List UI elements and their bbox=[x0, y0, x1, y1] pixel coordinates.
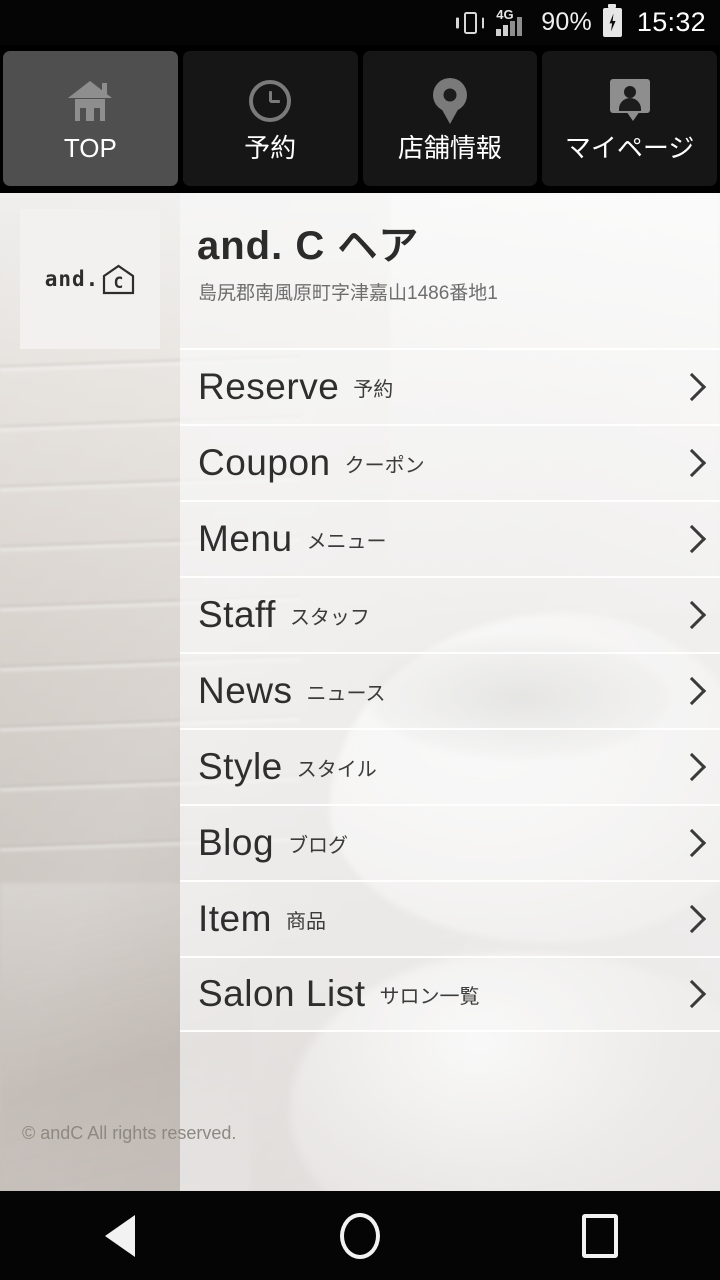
svg-text:C: C bbox=[114, 273, 124, 292]
nav-back-button[interactable] bbox=[60, 1191, 180, 1280]
chevron-right-icon bbox=[677, 524, 707, 554]
menu-item-label-ja: サロン一覧 bbox=[379, 985, 480, 1008]
menu-item-item[interactable]: Item 商品 bbox=[180, 880, 720, 956]
logo-text: and. bbox=[44, 267, 100, 291]
salon-logo: and. C bbox=[20, 209, 160, 349]
page-content: and. C and. C ヘア 島尻郡南風原町字津嘉山1486番地1 Rese… bbox=[0, 193, 720, 1191]
back-icon bbox=[105, 1214, 135, 1257]
battery-charging-icon bbox=[602, 8, 622, 37]
chevron-right-icon bbox=[677, 752, 707, 782]
menu-item-label-ja: 予約 bbox=[353, 378, 394, 401]
tab-my-page[interactable]: マイページ bbox=[542, 50, 717, 186]
user-badge-icon bbox=[605, 76, 655, 126]
nav-recents-button[interactable] bbox=[540, 1191, 660, 1280]
tab-top[interactable]: TOP bbox=[3, 50, 178, 186]
tab-shop-info-label: 店舗情報 bbox=[397, 132, 502, 163]
menu-item-label-ja: ブログ bbox=[288, 834, 349, 857]
tab-top-label: TOP bbox=[63, 132, 117, 163]
menu-item-label-ja: クーポン bbox=[344, 454, 425, 477]
recents-square-icon bbox=[582, 1213, 618, 1258]
menu-item-label-en: Salon List bbox=[198, 973, 366, 1014]
chevron-right-icon bbox=[677, 904, 707, 934]
status-bar-clock: 15:32 bbox=[636, 7, 706, 37]
map-pin-icon bbox=[425, 76, 475, 126]
phone-screen: 4G 90% 15:32 TOP 予約 店舗情報 マイページ and. C an… bbox=[0, 0, 720, 1280]
tab-reserve[interactable]: 予約 bbox=[182, 50, 358, 186]
tab-shop-info[interactable]: 店舗情報 bbox=[362, 50, 538, 186]
menu-item-label-en: Style bbox=[198, 746, 283, 787]
menu-item-staff[interactable]: Staff スタッフ bbox=[180, 576, 720, 652]
menu-item-label-en: Item bbox=[198, 898, 272, 939]
house-c-logo-icon: C bbox=[102, 264, 135, 295]
menu-item-label-ja: スタイル bbox=[296, 758, 377, 781]
battery-percent-label: 90% bbox=[541, 8, 592, 36]
chevron-right-icon bbox=[677, 372, 707, 402]
salon-name: and. C ヘア bbox=[197, 224, 420, 268]
menu-item-label-ja: スタッフ bbox=[289, 606, 370, 629]
status-bar: 4G 90% 15:32 bbox=[0, 0, 720, 45]
chevron-right-icon bbox=[677, 979, 707, 1009]
salon-address: 島尻郡南風原町字津嘉山1486番地1 bbox=[198, 283, 498, 304]
vibrate-icon bbox=[455, 10, 485, 36]
nav-home-button[interactable] bbox=[300, 1191, 420, 1280]
menu-item-label-ja: ニュース bbox=[306, 682, 386, 705]
android-nav-bar bbox=[0, 1191, 720, 1280]
menu-item-salon-list[interactable]: Salon List サロン一覧 bbox=[180, 956, 720, 1032]
menu-item-label-ja: メニュー bbox=[306, 530, 387, 553]
menu-item-label-en: Blog bbox=[198, 822, 275, 863]
chevron-right-icon bbox=[677, 600, 707, 630]
menu-item-news[interactable]: News ニュース bbox=[180, 652, 720, 728]
menu-item-blog[interactable]: Blog ブログ bbox=[180, 804, 720, 880]
menu-item-reserve[interactable]: Reserve 予約 bbox=[180, 348, 720, 424]
tab-my-page-label: マイページ bbox=[564, 132, 695, 163]
footer-copyright: © andC All rights reserved. bbox=[22, 1123, 237, 1143]
tab-bar: TOP 予約 店舗情報 マイページ bbox=[0, 45, 720, 193]
menu-item-label-en: Reserve bbox=[198, 366, 340, 407]
menu-item-style[interactable]: Style スタイル bbox=[180, 728, 720, 804]
menu-item-coupon[interactable]: Coupon クーポン bbox=[180, 424, 720, 500]
menu-item-label-en: Coupon bbox=[198, 442, 331, 483]
home-circle-icon bbox=[340, 1212, 380, 1259]
home-icon bbox=[65, 76, 115, 126]
menu-item-label-en: News bbox=[198, 670, 293, 711]
chevron-right-icon bbox=[677, 676, 707, 706]
signal-bars-icon: 4G bbox=[496, 8, 530, 37]
chevron-right-icon bbox=[677, 828, 707, 858]
tab-reserve-label: 予約 bbox=[244, 132, 297, 163]
main-menu-list: Reserve 予約 Coupon クーポン Menu メニュー Staff ス… bbox=[180, 348, 720, 1032]
menu-item-menu[interactable]: Menu メニュー bbox=[180, 500, 720, 576]
clock-icon bbox=[245, 76, 295, 126]
menu-item-label-en: Menu bbox=[198, 518, 293, 559]
menu-item-label-ja: 商品 bbox=[285, 910, 326, 933]
chevron-right-icon bbox=[677, 448, 707, 478]
menu-item-label-en: Staff bbox=[198, 594, 276, 635]
